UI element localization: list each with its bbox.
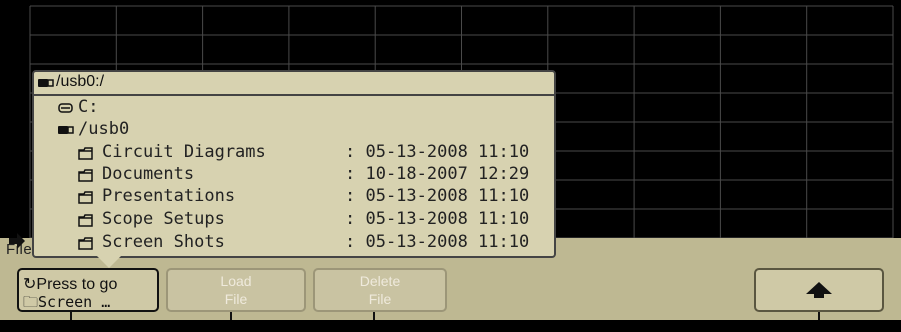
folder-date: : 05-13-2008 11:10 (345, 209, 530, 229)
folder-name: Presentations (102, 186, 236, 206)
folder-name: Documents (102, 164, 195, 184)
softkey-tick (818, 312, 820, 320)
selection-arrow-icon (9, 233, 25, 249)
folder-name: Circuit Diagrams (102, 142, 266, 162)
drive-item-c[interactable]: C: (34, 97, 98, 119)
folder-row[interactable]: Circuit Diagrams : 05-13-2008 11:10 (34, 142, 529, 164)
popup-pointer (95, 254, 123, 268)
delete-label-line2: File (368, 291, 392, 307)
usb-drive-icon (38, 79, 54, 87)
folder-icon (78, 169, 93, 182)
up-arrow-icon (806, 282, 832, 298)
drive-label: C: (78, 97, 99, 117)
hard-drive-icon (58, 103, 73, 113)
folder-name: Screen Shots (102, 232, 225, 252)
load-label-line2: File (224, 291, 248, 307)
folder-date: : 05-13-2008 11:10 (345, 232, 530, 252)
delete-label-line1: Delete (359, 273, 401, 289)
up-directory-softkey[interactable] (754, 268, 884, 312)
folder-date: : 05-13-2008 11:10 (345, 142, 530, 162)
folder-row[interactable]: Scope Setups : 05-13-2008 11:10 (34, 209, 529, 231)
drive-label: /usb0 (78, 119, 130, 139)
usb-drive-icon (58, 126, 74, 134)
file-explorer-popup: /usb0:/ C: /usb0 Circuit Diagrams : 05-1… (32, 70, 556, 258)
folder-row-selected[interactable]: Screen Shots : 05-13-2008 11:10 (34, 232, 529, 254)
popup-title-bar: /usb0:/ (34, 72, 554, 96)
current-path: /usb0:/ (56, 73, 105, 90)
load-label-line1: Load (220, 273, 252, 289)
folder-date: : 10-18-2007 12:29 (345, 164, 530, 184)
softkey-tick (373, 312, 375, 320)
folder-icon (78, 147, 93, 160)
folder-date: : 05-13-2008 11:10 (345, 186, 530, 206)
load-file-softkey[interactable]: Load File (166, 268, 306, 312)
folder-row[interactable]: Presentations : 05-13-2008 11:10 (34, 186, 529, 208)
folder-icon (78, 191, 93, 204)
drive-item-usb0[interactable]: /usb0 (34, 119, 129, 141)
folder-icon (78, 237, 93, 250)
softkey-tick (230, 312, 232, 320)
softkey-tick (70, 312, 72, 320)
delete-file-softkey[interactable]: Delete File (313, 268, 447, 312)
folder-row[interactable]: Documents : 10-18-2007 12:29 (34, 164, 529, 186)
folder-name: Scope Setups (102, 209, 225, 229)
folder-icon (78, 214, 93, 227)
